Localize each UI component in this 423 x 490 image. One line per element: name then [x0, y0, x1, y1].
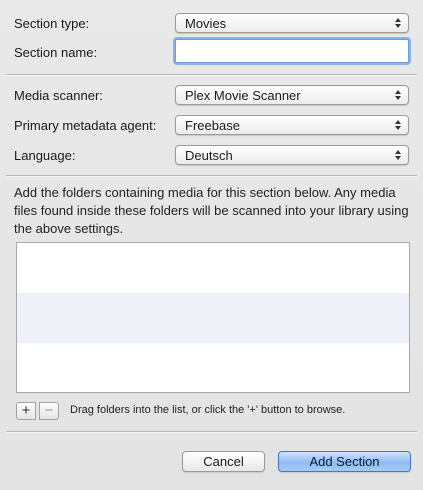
- cancel-button[interactable]: Cancel: [182, 451, 265, 472]
- metadata-agent-value: Freebase: [185, 118, 240, 133]
- media-scanner-label: Media scanner:: [14, 88, 103, 103]
- section-name-input[interactable]: [175, 39, 409, 63]
- folder-hint-text: Drag folders into the list, or click the…: [70, 404, 346, 416]
- folder-list[interactable]: [16, 242, 410, 393]
- metadata-agent-label: Primary metadata agent:: [14, 118, 157, 133]
- popup-arrows-icon: [395, 88, 403, 102]
- language-label: Language:: [14, 148, 76, 163]
- media-scanner-popup[interactable]: Plex Movie Scanner: [175, 85, 409, 105]
- media-scanner-row: Media scanner: Plex Movie Scanner: [0, 84, 423, 108]
- media-scanner-value: Plex Movie Scanner: [185, 88, 301, 103]
- divider: [6, 431, 417, 433]
- add-section-button[interactable]: Add Section: [278, 451, 411, 472]
- language-popup[interactable]: Deutsch: [175, 145, 409, 165]
- remove-folder-button[interactable]: −: [39, 402, 59, 420]
- section-type-popup[interactable]: Movies: [175, 13, 409, 33]
- metadata-agent-popup[interactable]: Freebase: [175, 115, 409, 135]
- popup-arrows-icon: [395, 16, 403, 30]
- section-type-value: Movies: [185, 16, 227, 31]
- language-value: Deutsch: [185, 148, 233, 163]
- divider: [6, 74, 417, 76]
- metadata-agent-row: Primary metadata agent: Freebase: [0, 114, 423, 138]
- section-name-label: Section name:: [14, 45, 98, 60]
- divider: [6, 175, 417, 177]
- language-row: Language: Deutsch: [0, 144, 423, 168]
- list-row-stripe: [17, 293, 409, 343]
- section-type-label: Section type:: [14, 16, 90, 31]
- folders-description: Add the folders containing media for thi…: [14, 185, 409, 236]
- section-type-row: Section type: Movies: [0, 12, 423, 36]
- popup-arrows-icon: [395, 148, 403, 162]
- add-section-dialog: Section type: Movies Section name: Media…: [0, 0, 423, 490]
- popup-arrows-icon: [395, 118, 403, 132]
- add-folder-button[interactable]: +: [16, 402, 36, 420]
